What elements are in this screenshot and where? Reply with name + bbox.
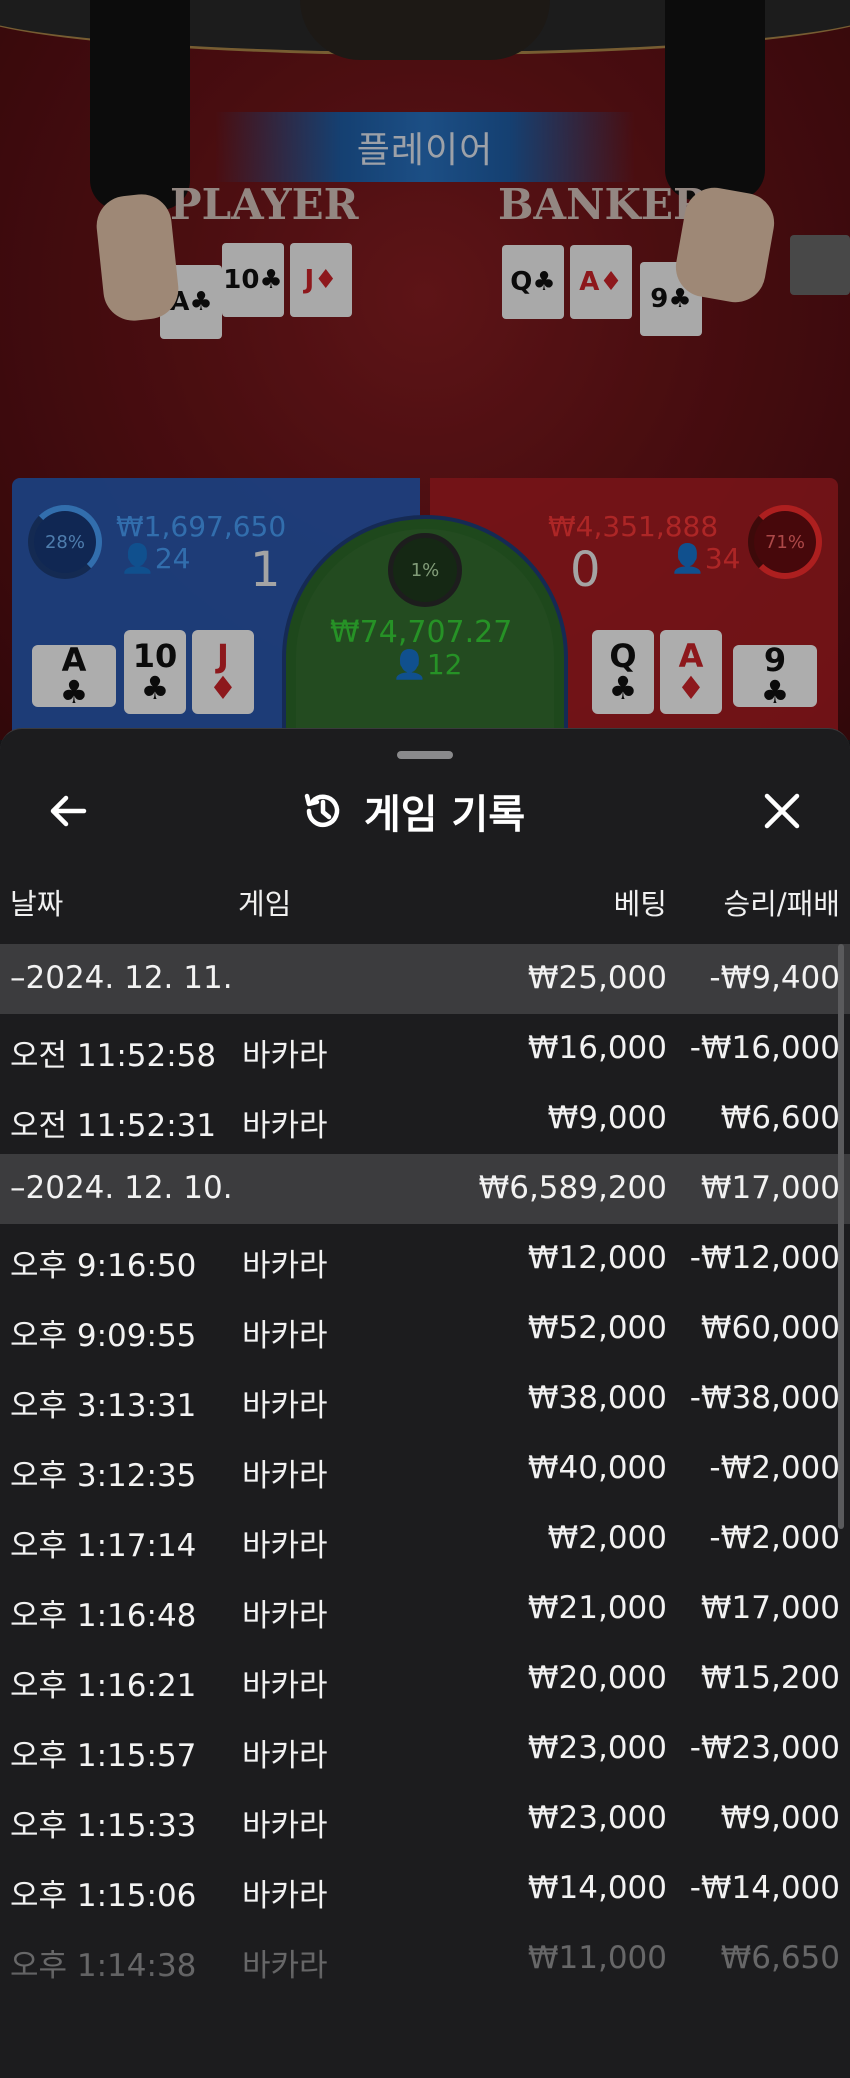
arrow-left-icon <box>50 795 87 827</box>
row-date: 오후 3:12:35 <box>10 1458 197 1494</box>
row-game: 바카라 <box>242 1038 328 1074</box>
row-date: 오후 9:09:55 <box>10 1318 197 1354</box>
row-game: 바카라 <box>242 1108 328 1144</box>
table-header: 날짜 게임 베팅 승리/패배 <box>0 869 850 929</box>
row-date: 오후 3:13:31 <box>10 1388 197 1424</box>
row-bet: ₩21,000 <box>527 1590 667 1626</box>
history-row[interactable]: 오후 1:15:06 바카라 ₩14,000 -₩14,000 <box>0 1854 850 1924</box>
live-table-video: 플레이어 PLAYER BANKER A♣ 10♣ J♦ Q♣ A♦ 9♣ 28… <box>0 0 850 740</box>
row-date: 오후 1:16:48 <box>10 1598 197 1634</box>
history-list: –2024. 12. 11. ₩25,000 -₩9,400 오전 11:52:58 바… <box>0 944 850 1994</box>
row-bet: ₩52,000 <box>527 1310 667 1346</box>
row-win-loss: -₩2,000 <box>709 1450 840 1486</box>
row-game: 바카라 <box>242 1388 328 1424</box>
row-date: 오후 1:17:14 <box>10 1528 197 1564</box>
row-game: 바카라 <box>242 1528 328 1564</box>
row-win-loss: ₩17,000 <box>700 1170 840 1206</box>
history-row[interactable]: 오전 11:52:31 바카라 ₩9,000 ₩6,600 <box>0 1084 850 1154</box>
row-win-loss: -₩9,400 <box>709 960 840 996</box>
row-date: –2024. 12. 11. <box>10 960 233 996</box>
row-win-loss: -₩38,000 <box>689 1380 840 1416</box>
sheet-drag-handle[interactable] <box>397 751 453 759</box>
history-row[interactable]: 오후 9:09:55 바카라 ₩52,000 ₩60,000 <box>0 1294 850 1364</box>
row-game: 바카라 <box>242 1808 328 1844</box>
row-win-loss: ₩60,000 <box>700 1310 840 1346</box>
history-row[interactable]: 오전 11:52:58 바카라 ₩16,000 -₩16,000 <box>0 1014 850 1084</box>
column-header-bet: 베팅 <box>613 887 667 921</box>
row-win-loss: -₩14,000 <box>689 1870 840 1906</box>
row-date: 오전 11:52:58 <box>10 1038 217 1074</box>
row-bet: ₩38,000 <box>527 1380 667 1416</box>
row-game: 바카라 <box>242 1318 328 1354</box>
history-row[interactable]: 오후 1:16:21 바카라 ₩20,000 ₩15,200 <box>0 1644 850 1714</box>
row-date: 오후 9:16:50 <box>10 1248 197 1284</box>
row-bet: ₩12,000 <box>527 1240 667 1276</box>
row-win-loss: -₩16,000 <box>689 1030 840 1066</box>
row-date: –2024. 12. 10. <box>10 1170 233 1206</box>
row-game: 바카라 <box>242 1668 328 1704</box>
sheet-title: 게임 기록 <box>364 792 526 838</box>
column-header-win-loss: 승리/패배 <box>723 887 841 921</box>
row-win-loss: ₩17,000 <box>700 1590 840 1626</box>
date-group-row[interactable]: –2024. 12. 11. ₩25,000 -₩9,400 <box>0 944 850 1014</box>
row-bet: ₩23,000 <box>527 1800 667 1836</box>
date-group-row[interactable]: –2024. 12. 10. ₩6,589,200 ₩17,000 <box>0 1154 850 1224</box>
row-bet: ₩20,000 <box>527 1660 667 1696</box>
row-game: 바카라 <box>242 1738 328 1774</box>
row-bet: ₩2,000 <box>547 1520 667 1556</box>
list-fade <box>0 1969 850 2078</box>
row-bet: ₩6,589,200 <box>478 1170 667 1206</box>
row-win-loss: -₩12,000 <box>689 1240 840 1276</box>
column-header-date: 날짜 <box>10 887 64 921</box>
modal-backdrop[interactable] <box>0 0 850 740</box>
history-row[interactable]: 오후 1:16:48 바카라 ₩21,000 ₩17,000 <box>0 1574 850 1644</box>
row-bet: ₩40,000 <box>527 1450 667 1486</box>
row-bet: ₩14,000 <box>527 1870 667 1906</box>
row-bet: ₩9,000 <box>547 1100 667 1136</box>
history-row[interactable]: 오후 1:15:57 바카라 ₩23,000 -₩23,000 <box>0 1714 850 1784</box>
row-date: 오후 1:16:21 <box>10 1668 197 1704</box>
history-icon <box>304 793 340 828</box>
history-row[interactable]: 오후 3:12:35 바카라 ₩40,000 -₩2,000 <box>0 1434 850 1504</box>
row-win-loss: ₩9,000 <box>720 1800 840 1836</box>
row-date: 오후 1:15:57 <box>10 1738 197 1774</box>
row-bet: ₩23,000 <box>527 1730 667 1766</box>
column-header-game: 게임 <box>238 887 292 921</box>
row-game: 바카라 <box>242 1248 328 1284</box>
row-win-loss: -₩23,000 <box>689 1730 840 1766</box>
row-game: 바카라 <box>242 1598 328 1634</box>
row-date: 오전 11:52:31 <box>10 1108 217 1144</box>
row-date: 오후 1:15:33 <box>10 1808 197 1844</box>
history-row[interactable]: 오후 9:16:50 바카라 ₩12,000 -₩12,000 <box>0 1224 850 1294</box>
row-game: 바카라 <box>242 1458 328 1494</box>
row-bet: ₩16,000 <box>527 1030 667 1066</box>
row-date: 오후 1:15:06 <box>10 1878 197 1914</box>
back-button[interactable] <box>38 781 98 841</box>
scrollbar[interactable] <box>838 944 844 1529</box>
row-win-loss: ₩6,600 <box>720 1100 840 1136</box>
history-row[interactable]: 오후 1:17:14 바카라 ₩2,000 -₩2,000 <box>0 1504 850 1574</box>
row-win-loss: ₩15,200 <box>700 1660 840 1696</box>
history-row[interactable]: 오후 3:13:31 바카라 ₩38,000 -₩38,000 <box>0 1364 850 1434</box>
history-row[interactable]: 오후 1:15:33 바카라 ₩23,000 ₩9,000 <box>0 1784 850 1854</box>
row-bet: ₩25,000 <box>527 960 667 996</box>
row-game: 바카라 <box>242 1878 328 1914</box>
close-icon <box>764 793 800 829</box>
close-button[interactable] <box>752 781 812 841</box>
game-history-sheet: 게임 기록 날짜 게임 베팅 승리/패배 –2024. 12. 11. ₩25,0… <box>0 728 850 2078</box>
row-win-loss: -₩2,000 <box>709 1520 840 1556</box>
sheet-header: 게임 기록 <box>300 781 525 841</box>
